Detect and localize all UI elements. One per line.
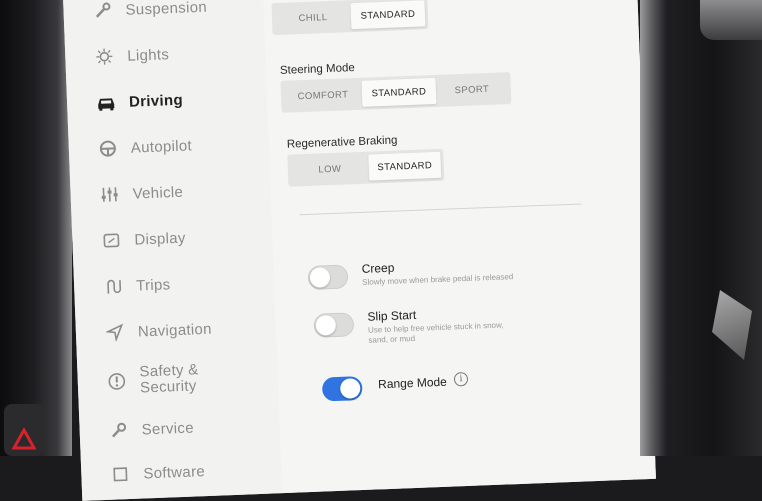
wrench-icon — [91, 0, 114, 22]
acceleration-chill-option[interactable]: CHILL — [275, 3, 352, 32]
sliders-icon — [98, 183, 121, 206]
steering-mode-selector: COMFORT STANDARD SPORT — [280, 72, 512, 113]
slip-start-description: Use to help free vehicle stuck in snow, … — [368, 321, 504, 346]
steering-standard-option[interactable]: STANDARD — [361, 77, 437, 107]
light-icon — [93, 45, 116, 68]
toggle-knob — [309, 267, 331, 288]
sidebar-item-label: Autopilot — [130, 136, 193, 157]
steering-comfort-option[interactable]: COMFORT — [284, 81, 363, 110]
sidebar-item-label: Lights — [127, 45, 170, 65]
slip-start-toggle[interactable] — [313, 312, 355, 338]
sidebar-item-suspension[interactable]: Suspension — [91, 0, 207, 24]
section-divider — [299, 203, 582, 216]
sidebar-item-label: Trips — [135, 275, 171, 295]
sidebar-item-service[interactable]: Service — [107, 415, 194, 444]
acceleration-standard-option[interactable]: STANDARD — [350, 0, 426, 30]
sidebar-item-autopilot[interactable]: Autopilot — [96, 132, 192, 162]
car-icon — [95, 91, 118, 114]
air-vent — [700, 0, 762, 40]
acceleration-selector: CHILL STANDARD — [271, 0, 429, 36]
software-icon — [109, 463, 132, 486]
regen-low-option[interactable]: LOW — [290, 155, 369, 184]
regen-braking-selector: LOW STANDARD — [287, 148, 445, 187]
sidebar-item-label: Display — [134, 229, 186, 249]
sidebar-item-software[interactable]: Software — [109, 458, 206, 488]
sidebar-item-label: Service — [141, 418, 195, 438]
hazard-icon — [12, 428, 36, 450]
trips-icon — [102, 275, 125, 298]
settings-sidebar: Suspension Lights Driving Autopilot Vehi… — [62, 0, 283, 501]
slip-start-title: Slip Start — [367, 307, 417, 324]
sidebar-item-label: Navigation — [137, 320, 213, 341]
creep-title: Creep — [361, 260, 395, 276]
sidebar-item-label: Software — [143, 462, 206, 482]
driving-settings-panel: CHILL STANDARD Steering Mode COMFORT STA… — [261, 0, 656, 494]
touchscreen: Suspension Lights Driving Autopilot Vehi… — [62, 0, 656, 501]
left-bezel — [0, 0, 72, 456]
navigation-arrow-icon — [104, 321, 127, 344]
sidebar-item-trips[interactable]: Trips — [102, 271, 171, 300]
sidebar-item-vehicle[interactable]: Vehicle — [98, 179, 183, 208]
sidebar-item-label: Driving — [128, 91, 184, 111]
sidebar-item-label: Suspension — [125, 0, 208, 19]
sidebar-item-label-line2: Security — [139, 377, 197, 397]
range-mode-toggle[interactable] — [321, 376, 363, 402]
creep-toggle[interactable] — [307, 264, 349, 290]
range-mode-title: Range Mode — [377, 374, 448, 392]
steering-sport-option[interactable]: SPORT — [435, 75, 508, 104]
sidebar-item-display[interactable]: Display — [100, 225, 186, 254]
steering-mode-label: Steering Mode — [279, 62, 355, 77]
info-circle-icon — [105, 370, 128, 393]
sidebar-item-label-group: Safety & Security — [139, 361, 199, 397]
hazard-button[interactable] — [4, 404, 44, 456]
slip-start-description-line2: sand, or mud — [368, 333, 416, 345]
regen-braking-label: Regenerative Braking — [286, 134, 398, 151]
sidebar-item-safety-security[interactable]: Safety & Security — [105, 360, 199, 400]
sidebar-item-navigation[interactable]: Navigation — [103, 316, 212, 346]
toggle-knob — [315, 314, 337, 336]
steering-wheel-icon — [96, 137, 119, 160]
display-icon — [100, 229, 123, 252]
wrench-service-icon — [107, 419, 130, 442]
right-bezel — [640, 0, 762, 456]
info-icon[interactable]: i — [453, 371, 469, 387]
sidebar-item-lights[interactable]: Lights — [93, 41, 170, 70]
sidebar-item-label: Vehicle — [132, 183, 184, 203]
toggle-knob — [339, 378, 361, 399]
regen-standard-option[interactable]: STANDARD — [368, 151, 442, 181]
sidebar-item-driving[interactable]: Driving — [95, 87, 184, 116]
